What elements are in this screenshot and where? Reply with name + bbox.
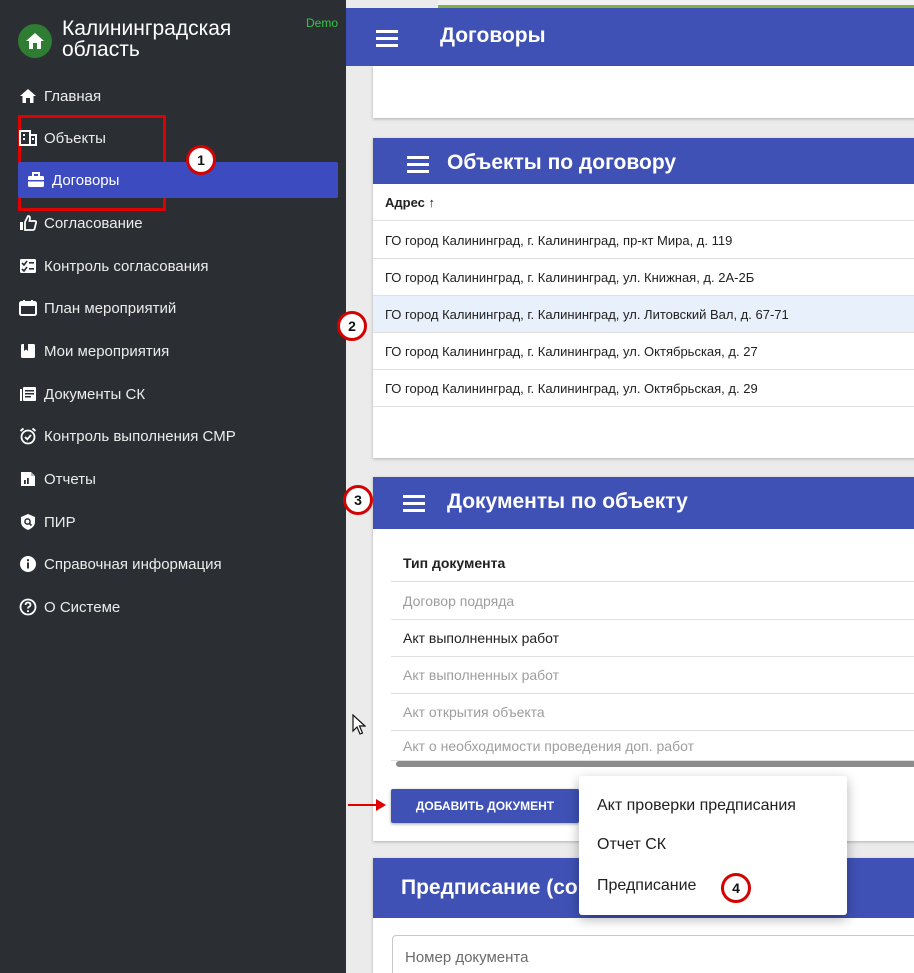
list-item[interactable]: Акт выполненных работ [391, 657, 914, 694]
sidebar-item-label: Контроль согласования [44, 257, 209, 275]
sidebar-item-label: Справочная информация [44, 555, 222, 573]
table-row-selected[interactable]: ГО город Калининград, г. Калининград, ул… [373, 296, 914, 333]
brand-title: Калининградская область [62, 17, 232, 61]
brand: Калининградская область Demo [0, 0, 346, 72]
sidebar-item-pir[interactable]: ПИР [18, 504, 76, 540]
sidebar-item-label: ПИР [44, 513, 76, 531]
sidebar-item-label: Контроль выполнения СМР [44, 427, 236, 445]
building-icon [18, 128, 38, 148]
shield-search-icon [18, 512, 38, 532]
menu-icon[interactable] [376, 30, 398, 47]
prescription-card-title: Предписание (со [401, 876, 578, 899]
contract-card [373, 66, 914, 118]
documents-menu-icon[interactable] [403, 495, 425, 512]
sidebar-item-label: Объекты [44, 129, 106, 147]
address-cell: ГО город Калининград, г. Калининград, ул… [385, 380, 758, 396]
home-icon [18, 86, 38, 106]
info-icon [18, 554, 38, 574]
objects-column-header[interactable]: Адрес ↑ [373, 184, 914, 221]
objects-card-title: Объекты по договору [447, 151, 677, 174]
table-row[interactable]: ГО город Калининград, г. Калининград, ул… [373, 333, 914, 370]
checklist-icon [18, 256, 38, 276]
sidebar-item-approval-control[interactable]: Контроль согласования [18, 248, 209, 284]
page-title: Договоры [440, 24, 546, 47]
sidebar-item-sk-documents[interactable]: Документы СК [18, 376, 145, 412]
sidebar-item-approval[interactable]: Согласование [18, 205, 143, 241]
address-cell: ГО город Калининград, г. Калининград, пр… [385, 232, 733, 248]
sidebar-item-label: Мои мероприятия [44, 342, 170, 360]
top-strip [438, 0, 914, 8]
objects-card: Объекты по договору Адрес ↑ ГО город Кал… [373, 138, 914, 458]
sidebar-item-label: Согласование [44, 214, 143, 232]
menu-item-inspection-act[interactable]: Акт проверки предписания [597, 797, 796, 815]
table-row[interactable]: ГО город Калининград, г. Калининград, ул… [373, 259, 914, 296]
app-root: Калининградская область Demo Главная Объ… [0, 0, 914, 973]
address-cell: ГО город Калининград, г. Калининград, ул… [385, 343, 758, 359]
sidebar-item-label: Договоры [52, 171, 120, 189]
report-icon [18, 469, 38, 489]
callout-badge-4: 4 [721, 873, 751, 903]
table-row[interactable]: ГО город Калининград, г. Калининград, пр… [373, 222, 914, 259]
sidebar-item-reference-info[interactable]: Справочная информация [18, 546, 222, 582]
callout-badge-2: 2 [337, 311, 367, 341]
address-cell: ГО город Калининград, г. Калининград, ул… [385, 269, 755, 285]
document-number-field[interactable]: Номер документа [392, 935, 914, 973]
callout-badge-3: 3 [343, 485, 373, 515]
documents-card-header: Документы по объекту [373, 477, 914, 529]
sidebar: Калининградская область Demo Главная Объ… [0, 0, 346, 973]
demo-badge: Demo [306, 16, 339, 30]
sidebar-item-home[interactable]: Главная [18, 78, 101, 114]
sidebar-item-label: О Системе [44, 598, 121, 616]
help-icon [18, 597, 38, 617]
doc-type-cell: Акт открытия объекта [403, 704, 545, 720]
sidebar-item-label: План мероприятий [44, 299, 177, 317]
sidebar-item-objects[interactable]: Объекты [18, 120, 106, 156]
doc-type-column-label: Тип документа [403, 555, 506, 571]
sidebar-item-label: Документы СК [44, 385, 146, 403]
address-column-label: Адрес ↑ [385, 194, 435, 210]
add-document-button[interactable]: ДОБАВИТЬ ДОКУМЕНТ [391, 789, 579, 823]
sidebar-item-reports[interactable]: Отчеты [18, 461, 96, 497]
sidebar-item-about[interactable]: О Системе [18, 589, 120, 625]
documents-column-header[interactable]: Тип документа [391, 545, 914, 582]
menu-item-prescription[interactable]: Предписание [597, 877, 696, 895]
menu-item-sk-report[interactable]: Отчет СК [597, 836, 666, 854]
doc-type-cell: Акт выполненных работ [403, 630, 560, 646]
sidebar-item-my-events[interactable]: Мои мероприятия [18, 333, 169, 369]
documents-icon [18, 384, 38, 404]
list-item[interactable]: Договор подряда [391, 583, 914, 620]
documents-card-title: Документы по объекту [447, 490, 688, 513]
pointer-arrow [348, 799, 386, 811]
list-item[interactable]: Акт выполненных работ [391, 620, 914, 657]
callout-badge-1: 1 [186, 145, 216, 175]
home-logo-icon[interactable] [18, 24, 52, 58]
objects-menu-icon[interactable] [407, 156, 429, 173]
doc-type-cell: Акт о необходимости проведения доп. рабо… [403, 737, 694, 754]
add-document-menu: Акт проверки предписания Отчет СК Предпи… [579, 776, 847, 915]
sidebar-item-label: Отчеты [44, 470, 96, 488]
app-header: Договоры [346, 8, 914, 66]
sidebar-item-label: Главная [44, 87, 102, 105]
list-item[interactable]: Акт о необходимости проведения доп. рабо… [391, 731, 914, 761]
table-row[interactable]: ГО город Калининград, г. Калининград, ул… [373, 370, 914, 407]
cursor-icon [352, 714, 366, 735]
briefcase-icon [26, 170, 46, 190]
doc-type-cell: Договор подряда [403, 593, 515, 609]
horizontal-scrollbar[interactable] [396, 761, 914, 767]
sidebar-item-smr-control[interactable]: Контроль выполнения СМР [18, 418, 236, 454]
address-cell: ГО город Калининград, г. Калининград, ул… [385, 306, 789, 322]
objects-card-header: Объекты по договору [373, 138, 914, 190]
alarm-check-icon [18, 426, 38, 446]
bookmark-icon [18, 341, 38, 361]
doc-type-cell: Акт выполненных работ [403, 667, 560, 683]
list-item[interactable]: Акт открытия объекта [391, 694, 914, 731]
sidebar-item-events-plan[interactable]: План мероприятий [18, 290, 176, 326]
sidebar-item-contracts[interactable]: Договоры [18, 162, 338, 198]
thumbs-up-icon [18, 213, 38, 233]
calendar-icon [18, 298, 38, 318]
